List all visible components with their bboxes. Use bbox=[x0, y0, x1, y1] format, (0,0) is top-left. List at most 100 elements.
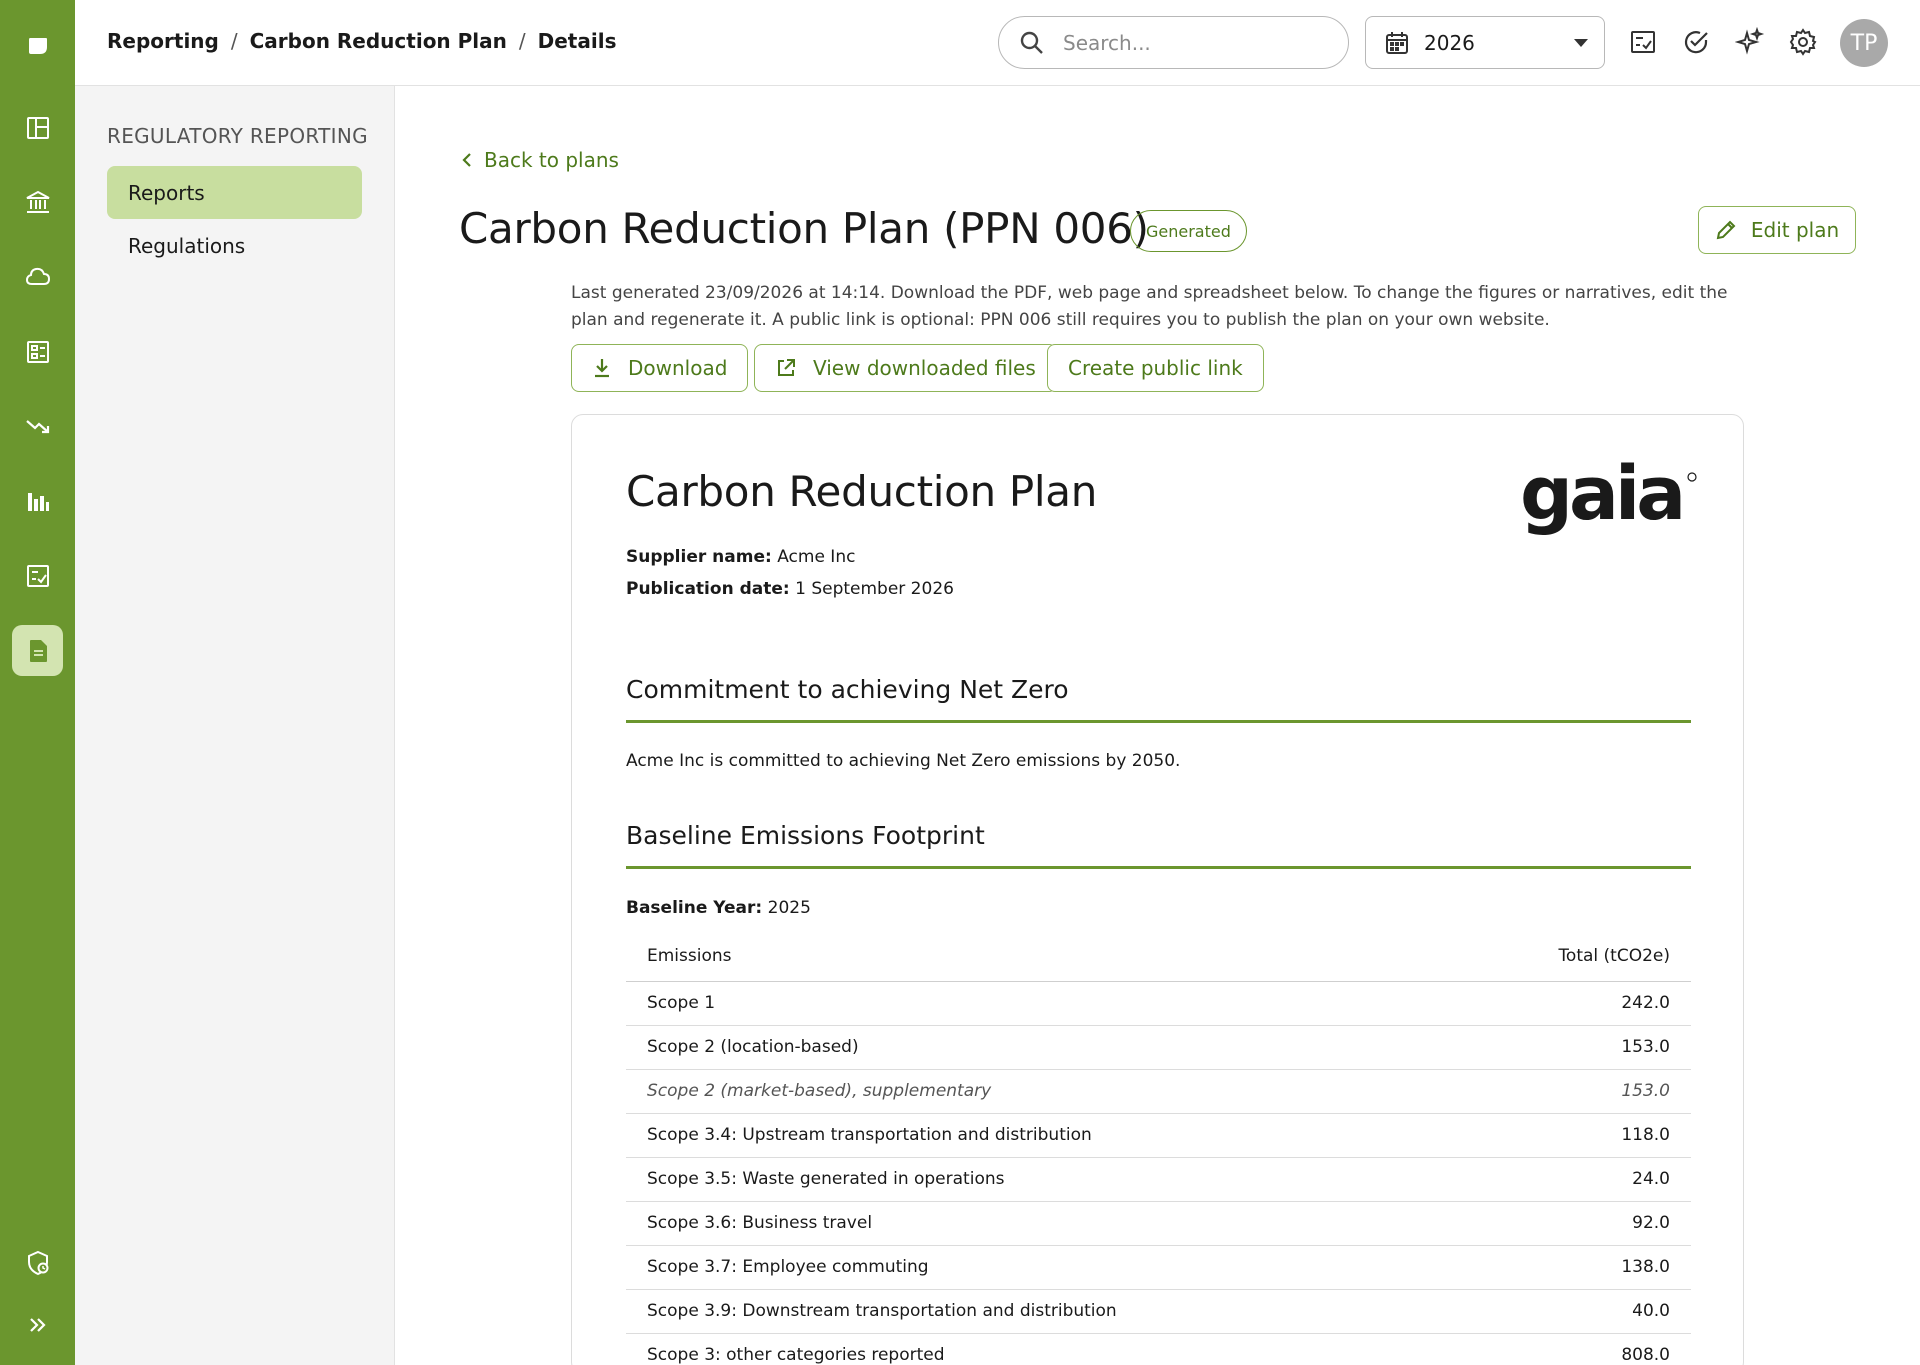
table-row-supplementary: Scope 2 (market-based), supplementary 153… bbox=[626, 1069, 1691, 1114]
view-downloaded-files-label: View downloaded files bbox=[813, 356, 1036, 380]
table-row: Scope 3: other categories reported 808.0 bbox=[626, 1333, 1691, 1365]
trend-down-icon[interactable] bbox=[12, 400, 63, 451]
logo-icon[interactable] bbox=[12, 20, 63, 71]
breadcrumb-separator: / bbox=[518, 29, 526, 53]
sparkles-icon[interactable] bbox=[1732, 24, 1768, 60]
supplier-name-value: Acme Inc bbox=[777, 547, 856, 567]
row-value: 92.0 bbox=[1445, 1201, 1691, 1246]
checklist-icon[interactable] bbox=[12, 550, 63, 601]
subnav-item-reports[interactable]: Reports bbox=[107, 166, 362, 219]
secondary-nav: REGULATORY REPORTING Reports Regulations bbox=[75, 86, 395, 1365]
cloud-icon[interactable] bbox=[12, 251, 63, 302]
download-button[interactable]: Download bbox=[571, 344, 749, 392]
row-label: Scope 3.9: Downstream transportation and… bbox=[626, 1289, 1446, 1334]
plan-preview: Carbon Reduction Plan gaia Supplier name… bbox=[571, 414, 1744, 1365]
row-label: Scope 3.7: Employee commuting bbox=[626, 1245, 1446, 1290]
row-value: 118.0 bbox=[1445, 1113, 1691, 1158]
checklist-icon[interactable] bbox=[1625, 24, 1661, 60]
year-select[interactable]: 2026 bbox=[1365, 16, 1605, 69]
baseline-year: Baseline Year: 2025 bbox=[626, 898, 811, 918]
supplier-name-label: Supplier name: bbox=[626, 547, 772, 567]
commitment-text: Acme Inc is committed to achieving Net Z… bbox=[626, 751, 1181, 771]
bank-icon[interactable] bbox=[12, 176, 63, 227]
publication-date-label: Publication date: bbox=[626, 579, 790, 599]
chevron-down-icon bbox=[1574, 39, 1588, 47]
baseline-year-value: 2025 bbox=[767, 898, 811, 918]
gear-icon[interactable] bbox=[1785, 24, 1821, 60]
breadcrumb-details: Details bbox=[537, 29, 617, 53]
gaia-logo: gaia bbox=[1520, 457, 1697, 537]
breadcrumb-separator: / bbox=[230, 29, 238, 53]
row-label: Scope 2 (location-based) bbox=[626, 1025, 1446, 1070]
row-value: 153.0 bbox=[1445, 1025, 1691, 1070]
expand-icon[interactable] bbox=[12, 1299, 63, 1350]
table-row: Scope 2 (location-based) 153.0 bbox=[626, 1025, 1691, 1070]
edit-plan-button[interactable]: Edit plan bbox=[1698, 206, 1856, 254]
breadcrumb: Reporting / Carbon Reduction Plan / Deta… bbox=[107, 29, 616, 53]
baseline-year-label: Baseline Year: bbox=[626, 898, 763, 918]
row-value: 153.0 bbox=[1445, 1069, 1691, 1114]
search-input[interactable] bbox=[1063, 30, 1323, 55]
subnav-item-regulations[interactable]: Regulations bbox=[107, 219, 362, 272]
row-label: Scope 3.5: Waste generated in operations bbox=[626, 1157, 1446, 1202]
row-value: 242.0 bbox=[1445, 981, 1691, 1026]
row-label: Scope 1 bbox=[626, 981, 1446, 1026]
edit-plan-label: Edit plan bbox=[1750, 218, 1840, 242]
baseline-heading: Baseline Emissions Footprint bbox=[626, 821, 1691, 869]
row-value: 138.0 bbox=[1445, 1245, 1691, 1290]
table-row: Scope 1 242.0 bbox=[626, 981, 1691, 1026]
document-icon[interactable] bbox=[12, 625, 63, 676]
baseline-emissions-table: Emissions Total (tCO2e) Scope 1 242.0 Sco… bbox=[626, 931, 1691, 1365]
table-row: Scope 3.4: Upstream transportation and d… bbox=[626, 1113, 1691, 1158]
page-title: Carbon Reduction Plan (PPN 006) bbox=[459, 204, 1149, 253]
top-bar: Reporting / Carbon Reduction Plan / Deta… bbox=[75, 0, 1920, 86]
row-label: Scope 3.6: Business travel bbox=[626, 1201, 1446, 1246]
create-public-link-label: Create public link bbox=[1068, 356, 1243, 380]
table-row: Scope 3.9: Downstream transportation and… bbox=[626, 1289, 1691, 1334]
report-icon[interactable] bbox=[12, 326, 63, 377]
app-rail bbox=[0, 0, 75, 1365]
pencil-icon bbox=[1716, 220, 1736, 240]
table-row: Scope 3.7: Employee commuting 138.0 bbox=[626, 1245, 1691, 1290]
view-downloaded-files-button[interactable]: View downloaded files bbox=[754, 344, 1057, 392]
publication-date-value: 1 September 2026 bbox=[795, 579, 954, 599]
publication-date: Publication date: 1 September 2026 bbox=[626, 579, 954, 599]
back-link[interactable]: Back to plans bbox=[460, 148, 619, 172]
year-select-value: 2026 bbox=[1424, 30, 1475, 55]
back-link-label: Back to plans bbox=[484, 148, 619, 172]
search-box[interactable] bbox=[998, 16, 1349, 69]
row-label: Scope 2 (market-based), supplementary bbox=[626, 1069, 1446, 1114]
plan-description: Last generated 23/09/2026 at 14:14. Down… bbox=[571, 283, 1728, 330]
row-value: 40.0 bbox=[1445, 1289, 1691, 1334]
create-public-link-button[interactable]: Create public link bbox=[1047, 344, 1264, 392]
row-value: 24.0 bbox=[1445, 1157, 1691, 1202]
shield-clock-icon[interactable] bbox=[12, 1237, 63, 1288]
status-badge: Generated bbox=[1130, 210, 1247, 252]
download-icon bbox=[595, 359, 609, 378]
dashboard-icon[interactable] bbox=[12, 102, 63, 153]
bar-chart-icon[interactable] bbox=[12, 475, 63, 526]
table-header-row: Emissions Total (tCO2e) bbox=[626, 931, 1691, 982]
commitment-heading: Commitment to achieving Net Zero bbox=[626, 675, 1691, 723]
document-title: Carbon Reduction Plan bbox=[626, 467, 1098, 516]
column-header-total: Total (tCO2e) bbox=[1445, 931, 1691, 982]
avatar[interactable]: TP bbox=[1840, 19, 1888, 67]
calendar-icon bbox=[1386, 31, 1408, 54]
row-value: 808.0 bbox=[1445, 1333, 1691, 1365]
search-icon bbox=[1020, 31, 1043, 54]
breadcrumb-reporting[interactable]: Reporting bbox=[107, 29, 219, 53]
check-circle-icon[interactable] bbox=[1678, 24, 1714, 60]
svg-text:gaia: gaia bbox=[1520, 457, 1682, 537]
breadcrumb-carbon-reduction-plan[interactable]: Carbon Reduction Plan bbox=[250, 29, 507, 53]
chevron-left-icon bbox=[462, 153, 471, 167]
main-content: Back to plans Carbon Reduction Plan (PPN… bbox=[395, 86, 1920, 1365]
table-row: Scope 3.5: Waste generated in operations… bbox=[626, 1157, 1691, 1202]
row-label: Scope 3.4: Upstream transportation and d… bbox=[626, 1113, 1446, 1158]
supplier-name: Supplier name: Acme Inc bbox=[626, 547, 855, 567]
external-link-icon bbox=[778, 359, 795, 376]
download-label: Download bbox=[628, 356, 728, 380]
table-row: Scope 3.6: Business travel 92.0 bbox=[626, 1201, 1691, 1246]
column-header-emissions: Emissions bbox=[626, 931, 1446, 982]
row-label: Scope 3: other categories reported bbox=[626, 1333, 1446, 1365]
subnav-heading: REGULATORY REPORTING bbox=[107, 124, 368, 148]
